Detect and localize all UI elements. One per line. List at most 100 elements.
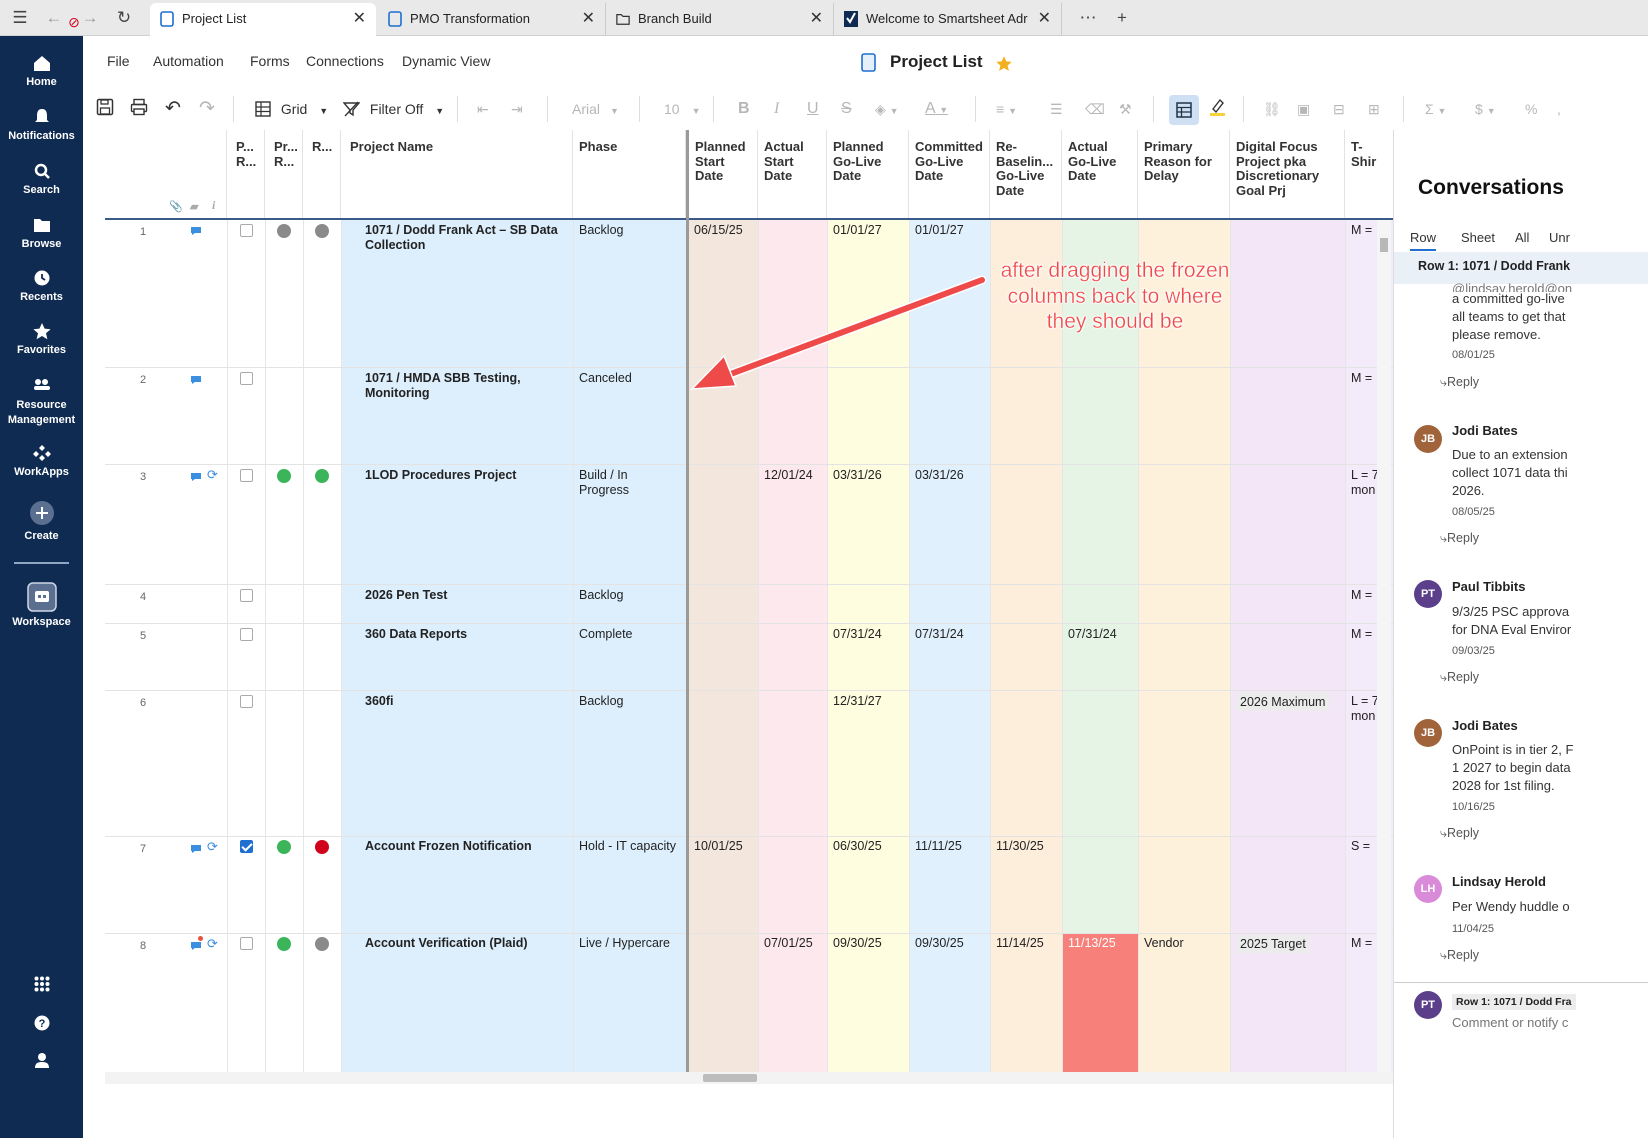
card-view-icon[interactable]: [1169, 95, 1199, 125]
column-header[interactable]: Planned Go-Live Date: [827, 130, 909, 218]
forward-icon[interactable]: →: [80, 8, 100, 28]
menu-forms[interactable]: Forms: [250, 53, 290, 69]
close-icon[interactable]: ✕: [582, 3, 595, 34]
column-header[interactable]: Re-Baselin... Go-Live Date: [990, 130, 1062, 218]
planned-golive-cell[interactable]: 03/31/26: [833, 468, 882, 483]
app-launcher-icon[interactable]: [0, 976, 83, 995]
indent-icon[interactable]: ⇥: [511, 98, 523, 120]
comment-icon[interactable]: [190, 226, 202, 236]
committed-golive-cell[interactable]: 09/30/25: [915, 936, 964, 951]
phase-cell[interactable]: Backlog: [579, 694, 623, 709]
checkbox-checked[interactable]: [240, 840, 253, 853]
column-header[interactable]: Committed Go-Live Date: [909, 130, 990, 218]
more-format-icon[interactable]: ,: [1557, 98, 1561, 120]
comment-icon[interactable]: [190, 941, 202, 951]
nav-workapps[interactable]: WorkApps: [0, 444, 83, 478]
tshirt-cell[interactable]: M =: [1351, 936, 1372, 951]
phase-cell[interactable]: Hold - IT capacity: [579, 839, 676, 854]
favorite-star-icon[interactable]: [995, 55, 1013, 72]
horizontal-scrollbar[interactable]: [105, 1072, 1393, 1084]
percent-icon[interactable]: %: [1525, 98, 1537, 120]
checkbox[interactable]: [240, 937, 253, 950]
tshirt-cell[interactable]: M =: [1351, 223, 1372, 238]
nav-create[interactable]: Create: [0, 500, 83, 542]
planned-golive-cell[interactable]: 07/31/24: [833, 627, 882, 642]
nav-favorites[interactable]: Favorites: [0, 322, 83, 356]
delay-reason-cell[interactable]: Vendor: [1144, 936, 1184, 951]
comment-icon[interactable]: [190, 472, 202, 482]
phase-cell[interactable]: Backlog: [579, 588, 623, 603]
planned-start-cell[interactable]: 06/15/25: [694, 223, 743, 238]
column-header[interactable]: Phase: [573, 130, 686, 218]
column-header[interactable]: Primary Reason for Delay: [1138, 130, 1230, 218]
actual-golive-cell[interactable]: 11/13/25: [1068, 936, 1116, 951]
comment-icon[interactable]: [190, 844, 202, 854]
planned-golive-cell[interactable]: 06/30/25: [833, 839, 882, 854]
project-name-cell[interactable]: 1071 / Dodd Frank Act – SB Data Collecti…: [365, 223, 565, 253]
proof-icon[interactable]: ⟳: [207, 936, 218, 952]
image-icon[interactable]: ▣: [1297, 98, 1310, 120]
project-name-cell[interactable]: 360fi: [365, 694, 565, 709]
currency-icon[interactable]: $ ▼: [1475, 98, 1496, 120]
tab-unread[interactable]: Unr: [1549, 230, 1570, 245]
checkbox[interactable]: [240, 469, 253, 482]
align-icon[interactable]: ≡ ▼: [996, 98, 1017, 120]
close-icon[interactable]: ✕: [353, 3, 366, 34]
tshirt-cell[interactable]: M =: [1351, 588, 1372, 603]
phase-cell[interactable]: Complete: [579, 627, 633, 642]
column-header[interactable]: Project Name: [341, 130, 573, 218]
digital-focus-pill[interactable]: 2026 Maximum: [1236, 693, 1330, 711]
column-header[interactable]: Actual Start Date: [758, 130, 827, 218]
planned-golive-cell[interactable]: 01/01/27: [833, 223, 882, 238]
font-select[interactable]: Arial ▼: [572, 98, 619, 120]
new-tab-icon[interactable]: +: [1112, 8, 1132, 28]
proof-icon[interactable]: ⟳: [207, 839, 218, 855]
checkbox[interactable]: [240, 628, 253, 641]
reply-link[interactable]: ⤷Reply: [1440, 375, 1479, 390]
nav-workspace[interactable]: Workspace: [0, 582, 83, 628]
sum-icon[interactable]: Σ ▼: [1425, 98, 1446, 120]
underline-icon[interactable]: U: [807, 98, 819, 120]
close-icon[interactable]: ✕: [1038, 3, 1051, 34]
strikethrough-icon[interactable]: S: [841, 98, 852, 120]
tab-row[interactable]: Row: [1410, 230, 1437, 251]
column-header[interactable]: Digital Focus Project pka Discretionary …: [1230, 130, 1345, 218]
reply-link[interactable]: ⤷Reply: [1440, 670, 1479, 685]
reply-link[interactable]: ⤷Reply: [1440, 826, 1479, 841]
committed-golive-cell[interactable]: 07/31/24: [915, 627, 964, 642]
bold-icon[interactable]: B: [738, 98, 750, 120]
project-name-cell[interactable]: Account Frozen Notification: [365, 839, 570, 854]
nav-resource-management[interactable]: Resource Management: [0, 376, 83, 428]
fill-color-icon[interactable]: ◈ ▼: [875, 98, 899, 120]
tab-branch-build[interactable]: Branch Build ✕: [606, 3, 834, 36]
column-header[interactable]: R...: [303, 130, 341, 218]
scroll-thumb[interactable]: [1380, 238, 1388, 252]
nav-recents[interactable]: Recents: [0, 269, 83, 303]
column-header[interactable]: Actual Go-Live Date: [1062, 130, 1138, 218]
checkbox[interactable]: [240, 695, 253, 708]
format-painter-icon[interactable]: ⚒: [1119, 98, 1132, 120]
undo-icon[interactable]: ↶: [165, 98, 181, 120]
column-header[interactable]: Pr... R...: [265, 130, 303, 218]
planned-golive-cell[interactable]: 09/30/25: [833, 936, 882, 951]
phase-cell[interactable]: Backlog: [579, 223, 623, 238]
column-header[interactable]: T-Shir: [1345, 130, 1393, 218]
menu-automation[interactable]: Automation: [153, 53, 224, 69]
reload-icon[interactable]: ↻: [114, 8, 134, 28]
phase-cell[interactable]: Build / In Progress: [579, 468, 679, 498]
close-icon[interactable]: ✕: [810, 3, 823, 34]
rebaselined-golive-cell[interactable]: 11/30/25: [996, 839, 1044, 854]
phase-cell[interactable]: Canceled: [579, 371, 632, 386]
reply-link[interactable]: ⤷Reply: [1440, 531, 1479, 546]
nav-notifications[interactable]: Notifications: [0, 108, 83, 142]
tshirt-cell[interactable]: M =: [1351, 627, 1372, 642]
menu-connections[interactable]: Connections: [306, 53, 384, 69]
proof-icon[interactable]: ⟳: [207, 467, 218, 483]
highlight-icon[interactable]: [1209, 98, 1226, 120]
project-name-cell[interactable]: Account Verification (Plaid): [365, 936, 570, 951]
font-size-select[interactable]: 10 ▼: [664, 98, 701, 120]
insert-row-icon[interactable]: ⊟: [1333, 98, 1345, 120]
italic-icon[interactable]: I: [774, 98, 779, 120]
project-name-cell[interactable]: 360 Data Reports: [365, 627, 565, 642]
save-icon[interactable]: [96, 98, 114, 120]
